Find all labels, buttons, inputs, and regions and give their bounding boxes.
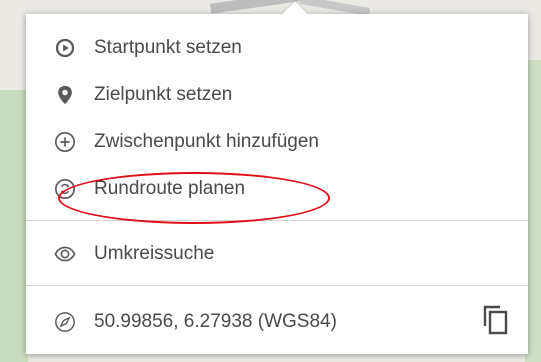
menu-item-set-start[interactable]: Startpunkt setzen xyxy=(26,26,528,70)
menu-item-add-waypoint[interactable]: Zwischenpunkt hinzufügen xyxy=(26,120,528,164)
copy-coordinates-button[interactable] xyxy=(482,304,510,336)
roundtrip-icon xyxy=(55,179,75,199)
menu-item-radius-search[interactable]: Umkreissuche xyxy=(26,232,528,276)
menu-divider xyxy=(26,220,528,221)
coordinates-label: 50.99856, 6.27938 (WGS84) xyxy=(94,311,337,332)
copy-icon xyxy=(483,305,508,335)
plus-circle-icon xyxy=(55,132,75,152)
coordinates-row: 50.99856, 6.27938 (WGS84) xyxy=(26,300,528,344)
play-circle-icon xyxy=(55,38,75,58)
menu-item-set-destination[interactable]: Zielpunkt setzen xyxy=(26,73,528,117)
menu-item-label: Zwischenpunkt hinzufügen xyxy=(94,131,319,152)
map-pin-icon xyxy=(58,85,72,105)
menu-divider xyxy=(26,285,528,286)
context-menu: Startpunkt setzen Zielpunkt setzen Zwisc… xyxy=(26,1,528,354)
map-green-area xyxy=(0,90,28,362)
menu-item-label: Umkreissuche xyxy=(94,243,215,264)
menu-item-plan-roundtrip[interactable]: Rundroute planen xyxy=(26,167,528,211)
eye-icon xyxy=(54,246,76,262)
menu-item-label: Rundroute planen xyxy=(94,178,246,199)
compass-icon xyxy=(55,312,75,332)
menu-item-label: Zielpunkt setzen xyxy=(94,84,233,105)
menu-item-label: Startpunkt setzen xyxy=(94,37,242,58)
